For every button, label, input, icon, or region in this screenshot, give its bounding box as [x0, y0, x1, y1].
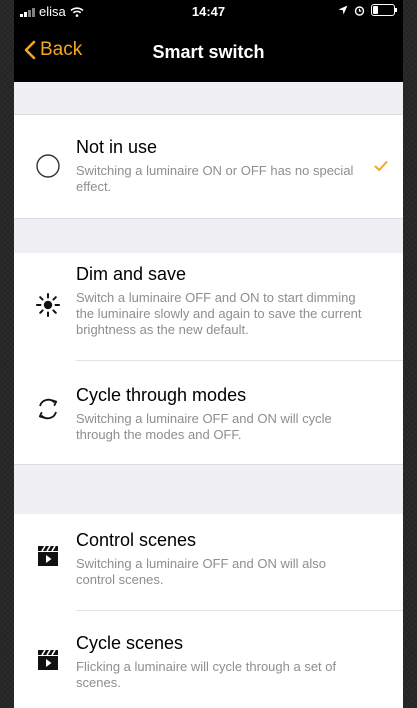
option-description: Switching a luminaire ON or OFF has no s… — [76, 163, 354, 194]
brightness-icon — [34, 291, 62, 319]
option-description: Switching a luminaire OFF and ON will al… — [76, 556, 326, 587]
clapperboard-icon — [34, 542, 62, 570]
option-cycle-scenes[interactable]: Cycle scenes Flicking a luminaire will c… — [14, 611, 403, 708]
page-title: Smart switch — [152, 42, 265, 62]
option-title: Cycle through modes — [76, 385, 247, 405]
alarm-icon — [354, 5, 365, 16]
option-not-in-use[interactable]: Not in use Switching a luminaire ON or O… — [14, 115, 403, 218]
checkmark-icon — [374, 161, 388, 171]
option-title: Dim and save — [76, 264, 187, 284]
section-separator — [14, 464, 403, 515]
cycle-icon — [34, 395, 62, 423]
radio-circle-icon — [34, 152, 62, 180]
option-control-scenes[interactable]: Control scenes Switching a luminaire OFF… — [14, 514, 403, 611]
option-description: Flicking a luminaire will cycle through … — [76, 659, 337, 690]
nav-bar: Back Smart switch — [14, 22, 403, 82]
option-description: Switch a luminaire OFF and ON to start d… — [76, 290, 362, 337]
section-separator — [14, 82, 403, 115]
status-right — [338, 4, 397, 16]
option-title: Not in use — [76, 137, 158, 157]
option-cycle-through-modes[interactable]: Cycle through modes Switching a luminair… — [14, 361, 403, 464]
status-bar: elisa 14:47 — [14, 0, 403, 22]
option-title: Cycle scenes — [76, 633, 184, 653]
clapperboard-icon — [34, 646, 62, 674]
location-icon — [338, 5, 348, 15]
option-dim-and-save[interactable]: Dim and save Switch a luminaire OFF and … — [14, 253, 403, 361]
phone-screen: elisa 14:47 Back Smart switch Not in use… — [14, 0, 403, 708]
option-title: Control scenes — [76, 530, 197, 550]
section-separator — [14, 218, 403, 254]
battery-icon — [371, 4, 397, 16]
option-description: Switching a luminaire OFF and ON will cy… — [76, 411, 332, 442]
